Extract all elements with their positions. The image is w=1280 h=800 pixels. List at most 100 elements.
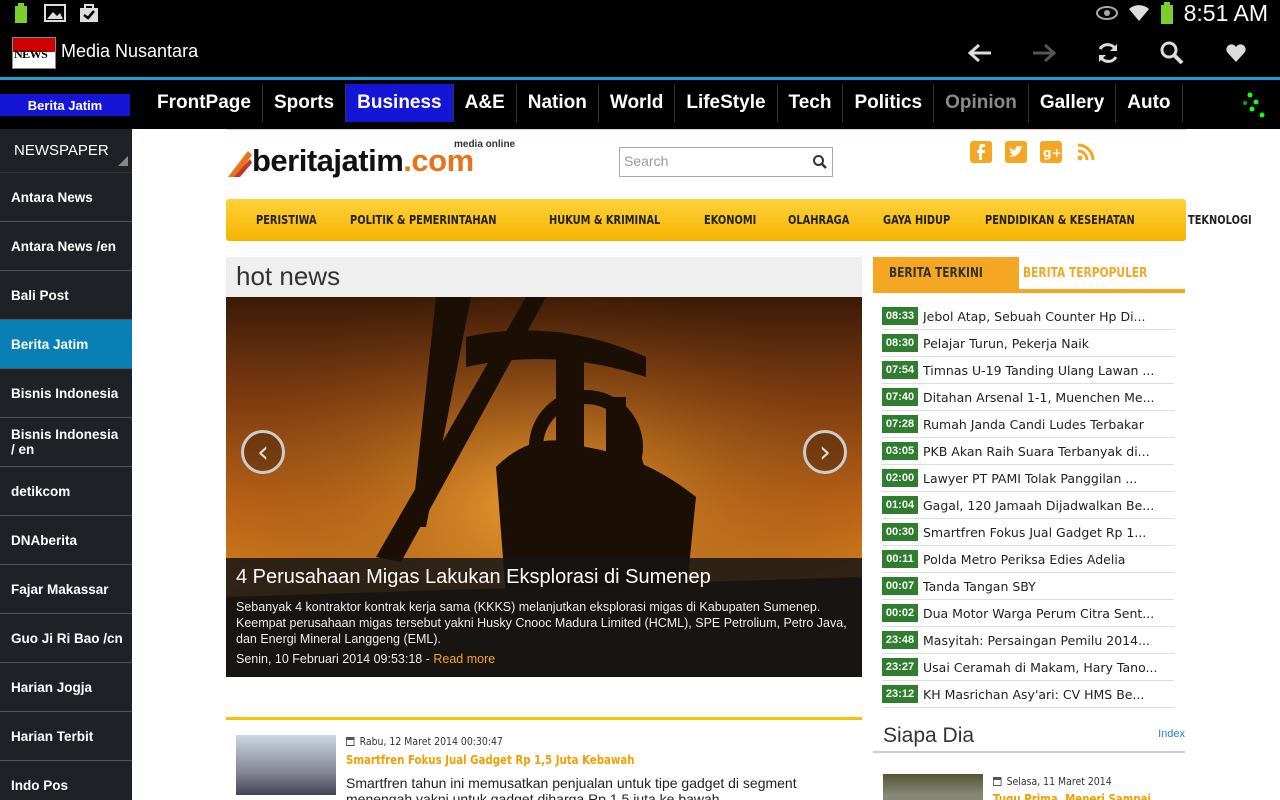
site-search-input[interactable] <box>620 148 800 174</box>
time-badge: 00:30 <box>882 523 918 541</box>
slider-prev-button[interactable]: ‹ <box>241 430 285 474</box>
news-list-item[interactable]: 23:12 KH Masrichan Asy'ari: CV HMS Be... <box>882 681 1174 708</box>
news-title[interactable]: PKB Akan Raih Suara Terbanyak di... <box>923 444 1150 459</box>
story-title[interactable]: Smartfren Fokus Jual Gadget Rp 1,5 Juta … <box>346 753 634 767</box>
news-list-item[interactable]: 00:30 Smartfren Fokus Jual Gadget Rp 1... <box>882 519 1174 546</box>
sidebar-header[interactable]: NEWSPAPER <box>0 129 132 173</box>
sidebar-item-detikcom[interactable]: detikcom <box>0 467 132 516</box>
tab-sports[interactable]: Sports <box>263 84 347 122</box>
back-button[interactable] <box>948 35 1012 71</box>
tab-lifestyle[interactable]: LifeStyle <box>675 84 778 122</box>
google-plus-icon[interactable]: g+ <box>1040 141 1062 163</box>
tab-frontpage[interactable]: FrontPage <box>146 84 263 122</box>
nav-teknologi[interactable]: TEKNOLOGI <box>1188 213 1252 227</box>
news-list-item[interactable]: 00:07 Tanda Tangan SBY <box>882 573 1174 600</box>
current-source-label[interactable]: Berita Jatim <box>0 94 130 116</box>
social-links: g+ <box>970 141 1097 163</box>
battery-full-icon <box>10 2 32 24</box>
forward-button[interactable] <box>1012 35 1076 71</box>
news-title[interactable]: Timnas U-19 Tanding Ulang Lawan ... <box>923 363 1154 378</box>
news-list-item[interactable]: 00:11 Polda Metro Periksa Edies Adelia <box>882 546 1174 573</box>
news-list-item[interactable]: 07:40 Ditahan Arsenal 1-1, Muenchen Me... <box>882 384 1174 411</box>
siapa-thumbnail[interactable] <box>883 774 983 800</box>
tab-gallery[interactable]: Gallery <box>1029 84 1117 122</box>
search-button[interactable] <box>1140 35 1204 71</box>
nav-olahraga[interactable]: OLAHRAGA <box>788 213 849 227</box>
sidebar-item-bisnis-indonesia-en[interactable]: Bisnis Indonesia / en <box>0 418 132 467</box>
tab-opinion[interactable]: Opinion <box>934 84 1029 122</box>
nav-ekonomi[interactable]: EKONOMI <box>704 213 756 227</box>
tab-tech[interactable]: Tech <box>778 84 844 122</box>
news-list-item[interactable]: 07:54 Timnas U-19 Tanding Ulang Lawan ... <box>882 357 1174 384</box>
news-list-item[interactable]: 03:05 PKB Akan Raih Suara Terbanyak di... <box>882 438 1174 465</box>
news-title[interactable]: Gagal, 120 Jamaah Dijadwalkan Be... <box>923 498 1154 513</box>
slide-title[interactable]: 4 Perusahaan Migas Lakukan Eksplorasi di… <box>236 566 852 589</box>
news-list-item[interactable]: 07:28 Rumah Janda Candi Ludes Terbakar <box>882 411 1174 438</box>
news-title[interactable]: Jebol Atap, Sebuah Counter Hp Di... <box>923 309 1145 324</box>
nav-gaya-hidup[interactable]: GAYA HIDUP <box>883 213 950 227</box>
search-icon[interactable] <box>812 154 828 170</box>
tab-a-e[interactable]: A&E <box>454 84 517 122</box>
news-title[interactable]: Lawyer PT PAMI Tolak Panggilan ... <box>923 471 1137 486</box>
news-title[interactable]: Usai Ceramah di Makam, Hary Tano... <box>923 660 1157 675</box>
nav-pendidikan-kesehatan[interactable]: PENDIDIKAN & KESEHATAN <box>985 213 1135 227</box>
refresh-button[interactable] <box>1076 35 1140 71</box>
image-icon <box>44 2 66 24</box>
sidebar-item-indo-pos[interactable]: Indo Pos <box>0 761 132 800</box>
news-title[interactable]: Ditahan Arsenal 1-1, Muenchen Me... <box>923 390 1155 405</box>
sidebar-item-dnaberita[interactable]: DNAberita <box>0 516 132 565</box>
news-title[interactable]: Polda Metro Periksa Edies Adelia <box>923 552 1125 567</box>
news-list-item[interactable]: 00:02 Dua Motor Warga Perum Citra Sent... <box>882 600 1174 627</box>
favorite-button[interactable] <box>1204 35 1268 71</box>
rss-icon[interactable] <box>1075 141 1097 163</box>
sidebar-item-bali-post[interactable]: Bali Post <box>0 271 132 320</box>
wifi-icon <box>1128 5 1149 21</box>
news-title[interactable]: KH Masrichan Asy'ari: CV HMS Be... <box>923 687 1144 702</box>
site-nav: PERISTIWA POLITIK & PEMERINTAHAN HUKUM & K… <box>226 199 1251 241</box>
tab-business[interactable]: Business <box>346 84 454 122</box>
twitter-icon[interactable] <box>1005 141 1027 163</box>
news-list-item[interactable]: 01:04 Gagal, 120 Jamaah Dijadwalkan Be... <box>882 492 1174 519</box>
tab-auto[interactable]: Auto <box>1116 84 1183 122</box>
news-list-item[interactable]: 23:27 Usai Ceramah di Makam, Hary Tano... <box>882 654 1174 681</box>
time-badge: 23:12 <box>882 685 918 703</box>
sidebar-item-fajar-makassar[interactable]: Fajar Makassar <box>0 565 132 614</box>
news-title[interactable]: Smartfren Fokus Jual Gadget Rp 1... <box>923 525 1146 540</box>
hot-news-slider: ‹ › 4 Perusahaan Migas Lakukan Eksploras… <box>226 297 862 677</box>
clock: 8:51 AM <box>1183 0 1268 26</box>
site-search <box>619 147 833 177</box>
latest-news-list: 08:33 Jebol Atap, Sebuah Counter Hp Di...… <box>882 303 1174 708</box>
time-badge: 23:48 <box>882 631 918 649</box>
sidebar-item-harian-jogja[interactable]: Harian Jogja <box>0 663 132 712</box>
news-title[interactable]: Rumah Janda Candi Ludes Terbakar <box>923 417 1144 432</box>
nav-peristiwa[interactable]: PERISTIWA <box>256 213 317 227</box>
story-thumbnail[interactable] <box>236 735 336 795</box>
read-more-link[interactable]: Read more <box>433 652 495 666</box>
sidebar-item-antara-news-en[interactable]: Antara News /en <box>0 222 132 271</box>
news-list-item[interactable]: 02:00 Lawyer PT PAMI Tolak Panggilan ... <box>882 465 1174 492</box>
sidebar-item-antara-news[interactable]: Antara News <box>0 173 132 222</box>
sidebar-item-berita-jatim[interactable]: Berita Jatim <box>0 320 132 369</box>
slider-next-button[interactable]: › <box>803 430 847 474</box>
tab-berita-terkini[interactable]: BERITA TERKINI <box>873 257 1020 289</box>
news-list-item[interactable]: 08:33 Jebol Atap, Sebuah Counter Hp Di... <box>882 303 1174 330</box>
nav-hukum-kriminal[interactable]: HUKUM & KRIMINAL <box>549 213 660 227</box>
sidebar-item-guo-ji-ri-bao-cn[interactable]: Guo Ji Ri Bao /cn <box>0 614 132 663</box>
news-title[interactable]: Pelajar Turun, Pekerja Naik <box>923 336 1089 351</box>
siapa-headline[interactable]: Tugu Prima, Meneri Sampai... <box>993 792 1163 800</box>
sidebar-item-bisnis-indonesia[interactable]: Bisnis Indonesia <box>0 369 132 418</box>
facebook-icon[interactable] <box>970 141 992 163</box>
news-title[interactable]: Masyitah: Persaingan Pemilu 2014... <box>923 633 1150 648</box>
sidebar-item-harian-terbit[interactable]: Harian Terbit <box>0 712 132 761</box>
tab-world[interactable]: World <box>599 84 676 122</box>
search-icon <box>1160 41 1184 65</box>
news-list-item[interactable]: 08:30 Pelajar Turun, Pekerja Naik <box>882 330 1174 357</box>
tab-berita-terpopuler[interactable]: BERITA TERPOPULER <box>1007 257 1191 289</box>
siapa-index-link[interactable]: Index <box>1158 728 1185 740</box>
nav-politik-pemerintahan[interactable]: POLITIK & PEMERINTAHAN <box>350 213 497 227</box>
tab-politics[interactable]: Politics <box>843 84 935 122</box>
tab-nation[interactable]: Nation <box>517 84 599 122</box>
news-title[interactable]: Tanda Tangan SBY <box>923 579 1036 594</box>
news-list-item[interactable]: 23:48 Masyitah: Persaingan Pemilu 2014... <box>882 627 1174 654</box>
news-title[interactable]: Dua Motor Warga Perum Citra Sent... <box>923 606 1154 621</box>
